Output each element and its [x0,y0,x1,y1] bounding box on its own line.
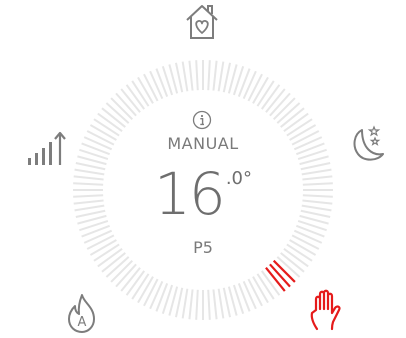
dial-tick [149,280,164,310]
dial-tick [242,280,257,310]
info-icon[interactable] [192,110,212,130]
manual-hand-icon[interactable] [308,289,344,331]
dial-tick [217,61,225,92]
dial-tick [207,60,211,91]
dial-tick [143,73,159,102]
temperature-integer: 16 [154,160,226,228]
dial-tick [143,278,159,307]
dial-tick [149,70,164,100]
dial-tick [174,62,184,93]
dial-tick [137,76,154,104]
temperature-readout: 16.0° [0,162,406,226]
dial-tick [212,60,218,91]
dial-tick [247,278,263,307]
dial-tick [252,276,269,304]
profile-label: P5 [193,238,213,257]
temperature-decimal: .0° [225,168,252,189]
home-heart-icon[interactable] [184,3,220,41]
dial-tick [188,289,194,320]
mode-label: MANUAL [167,134,239,153]
dial-tick [207,289,211,320]
dial-tick [252,76,269,104]
dial-tick [217,288,225,319]
dial-tick [247,73,263,102]
dial-tick [222,62,232,93]
dial-tick [212,289,218,320]
dial-tick [137,276,154,304]
auto-flame-icon[interactable]: A [62,292,102,334]
dial-tick [181,288,189,319]
dial-tick [174,287,184,318]
dial-tick [188,60,194,91]
svg-text:A: A [78,315,87,330]
dial-tick [181,61,189,92]
dial-tick [195,60,199,91]
dial-tick [195,289,199,320]
dial-tick [222,287,232,318]
dial-tick [242,70,257,100]
